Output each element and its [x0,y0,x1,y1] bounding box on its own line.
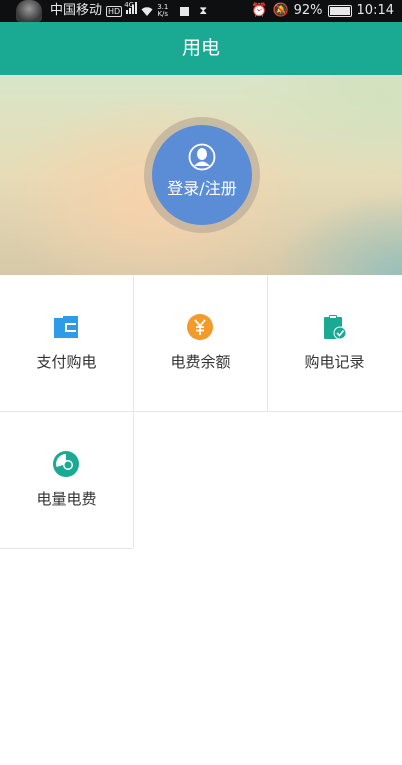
clipboard-check-icon [324,315,347,340]
user-icon [188,143,216,171]
login-register-button[interactable]: 登录/注册 [152,125,252,225]
wallet-icon [54,316,78,338]
network-speed: 3.1 K/s [157,4,168,18]
login-banner: 登录/注册 [0,75,402,275]
menu-item-label: 购电记录 [304,353,365,371]
grid-divider [0,548,133,549]
signal-icon: 4G [124,1,138,20]
clock-time: 10:14 [356,3,394,18]
title-bar: 用电 [0,22,402,75]
yuan-coin-icon [187,314,213,340]
hourglass-icon: ⧗ [199,4,208,17]
login-register-label: 登录/注册 [167,179,237,198]
status-bar: 中国移动 HD 4G 3.1 K/s ⧗ ⏰ 🔕 92% 10:14 [0,0,402,22]
mute-icon: 🔕 [272,3,289,18]
stop-icon [180,6,190,16]
battery-icon [327,5,352,17]
grid-divider [267,275,268,411]
login-ring: 登录/注册 [144,117,260,233]
page-title: 用电 [181,37,220,59]
menu-item-label: 支付购电 [36,353,97,371]
pie-chart-icon [53,451,79,477]
alarm-icon: ⏰ [251,3,268,18]
menu-item-label: 电费余额 [170,353,231,371]
wifi-icon [141,7,153,16]
menu-item-usage[interactable]: 电量电费 [0,412,133,548]
notification-avatar-icon [16,0,42,22]
speed-unit: K/s [157,10,169,18]
menu-item-pay[interactable]: 支付购电 [0,275,133,411]
menu-item-records[interactable]: 购电记录 [268,275,401,411]
battery-percent: 92% [293,3,323,18]
menu-item-balance[interactable]: 电费余额 [134,275,267,411]
network-type: 4G [124,1,135,9]
carrier-name: 中国移动 [50,3,103,18]
grid-divider [0,411,402,412]
hd-badge: HD [106,5,123,17]
menu-item-label: 电量电费 [36,490,97,508]
